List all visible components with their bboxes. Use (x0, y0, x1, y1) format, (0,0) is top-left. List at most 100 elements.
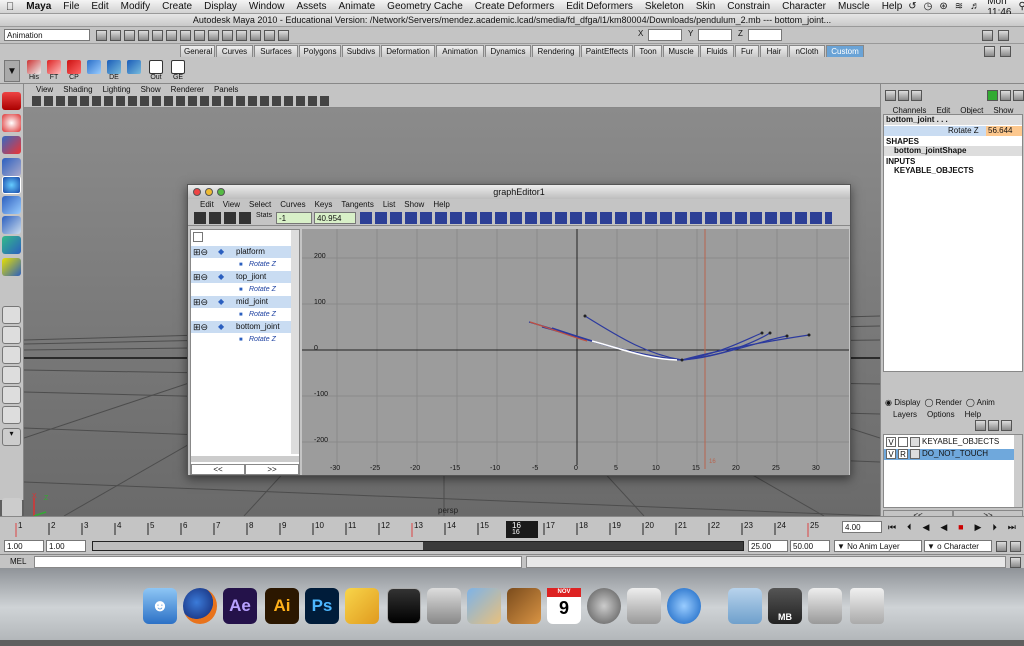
ge-menu-help[interactable]: Help (433, 199, 449, 210)
outliner-attr-row[interactable]: ■ Rotate Z (191, 259, 299, 271)
sync-icon[interactable]: ↺ (908, 1, 916, 12)
current-time-field[interactable]: 4.00 (842, 521, 882, 533)
cb-close-icon[interactable] (1013, 90, 1024, 101)
tab-custom[interactable]: Custom (826, 45, 864, 57)
range-slider-handle[interactable] (93, 542, 423, 550)
outliner-item-platform[interactable]: ⊞⊖ ◆ platform (191, 246, 299, 258)
radio-render[interactable]: ◯ Render (924, 398, 961, 407)
shelf-menu-icon[interactable] (1000, 46, 1011, 57)
garageband-icon[interactable] (507, 588, 541, 624)
folder-icon[interactable] (728, 588, 762, 624)
show-manipulator-icon[interactable] (2, 258, 21, 276)
illustrator-icon[interactable]: Ai (265, 588, 299, 624)
menu-character[interactable]: Character (776, 1, 832, 12)
vp-menu-show[interactable]: Show (141, 84, 161, 95)
shelf-button-ge[interactable]: GE (168, 60, 188, 82)
tab-painteffects[interactable]: PaintEffects (581, 45, 633, 57)
menu-file[interactable]: File (57, 1, 85, 12)
tab-hair[interactable]: Hair (760, 45, 788, 57)
tab-rendering[interactable]: Rendering (532, 45, 580, 57)
soft-mod-icon[interactable] (2, 236, 21, 254)
cb-shape-name[interactable]: bottom_jointShape (884, 146, 1022, 156)
layer-visibility[interactable]: V (886, 449, 896, 459)
viewport-toolbar-icons[interactable] (32, 96, 332, 106)
firefox-icon[interactable] (183, 588, 217, 624)
shelf-menu-button[interactable]: ▼ (4, 60, 20, 82)
tab-fur[interactable]: Fur (735, 45, 759, 57)
script-editor-icon[interactable] (1010, 557, 1021, 568)
menu-constrain[interactable]: Constrain (721, 1, 776, 12)
paint-select-icon[interactable] (2, 136, 21, 154)
range-end-field[interactable]: 25.00 (748, 540, 788, 552)
shelf-button-out[interactable]: Out (146, 60, 166, 82)
prev-key-icon[interactable]: ◀ (922, 522, 929, 533)
move-tool-icon[interactable] (2, 158, 21, 176)
tab-animation[interactable]: Animation (436, 45, 484, 57)
tab-dynamics[interactable]: Dynamics (485, 45, 531, 57)
tab-ncloth[interactable]: nCloth (789, 45, 825, 57)
outliner-attr-row[interactable]: ■ Rotate Z (191, 309, 299, 321)
channel-box-icon[interactable] (998, 30, 1009, 41)
select-component-icon[interactable] (166, 30, 177, 41)
maya-file-icon[interactable]: MB (768, 588, 802, 624)
minimize-window-icon[interactable] (205, 188, 213, 196)
shelf-button-de[interactable]: DE (104, 60, 124, 82)
end-time-field[interactable]: 50.00 (790, 540, 830, 552)
shelf-button-6[interactable] (124, 60, 144, 82)
trash-icon[interactable] (850, 588, 884, 624)
attribute-editor-icon[interactable] (982, 30, 993, 41)
scale-tool-icon[interactable] (2, 196, 21, 214)
outliner-item-bottom-joint[interactable]: ⊞⊖ ◆ bottom_joint (191, 321, 299, 333)
select-hierarchy-icon[interactable] (138, 30, 149, 41)
iphoto-icon[interactable] (467, 588, 501, 624)
app-menu[interactable]: Maya (20, 1, 57, 12)
mel-label[interactable]: MEL (10, 557, 26, 566)
layer-row[interactable]: V KEYABLE_OBJECTS (884, 437, 1014, 448)
persp-outliner-layout-icon[interactable] (2, 366, 21, 384)
menu-geometry-cache[interactable]: Geometry Cache (381, 1, 469, 12)
expand-icon[interactable]: ⊞⊖ (193, 246, 208, 258)
layer-menu-help[interactable]: Help (965, 410, 981, 419)
snap-point-icon[interactable] (222, 30, 233, 41)
system-preferences-icon[interactable] (587, 588, 621, 624)
outliner-filter-icon[interactable] (193, 232, 203, 242)
preferences-icon[interactable] (1010, 541, 1021, 552)
step-back-icon[interactable]: ⏴ (907, 522, 912, 533)
finder-icon[interactable]: ☻ (143, 588, 177, 624)
layout-dropdown-icon[interactable]: ▾ (2, 428, 21, 446)
outliner-nav-left[interactable]: << (191, 464, 245, 475)
mask-icon[interactable] (180, 30, 191, 41)
save-scene-icon[interactable] (124, 30, 135, 41)
vp-menu-shading[interactable]: Shading (63, 84, 92, 95)
volume-icon[interactable]: ♬ (970, 1, 980, 12)
outliner-hscrollbar[interactable] (191, 456, 299, 462)
after-effects-icon[interactable]: Ae (223, 588, 257, 624)
menu-window[interactable]: Window (243, 1, 291, 12)
layer-type[interactable] (898, 437, 908, 447)
new-scene-icon[interactable] (96, 30, 107, 41)
outliner-nav-right[interactable]: >> (245, 464, 299, 475)
zoom-window-icon[interactable] (217, 188, 225, 196)
ge-tangent-tool-icons[interactable] (360, 212, 832, 224)
ge-menu-select[interactable]: Select (249, 199, 271, 210)
ge-menu-curves[interactable]: Curves (280, 199, 305, 210)
clock-status-icon[interactable]: ◷ (924, 1, 933, 12)
new-layer-selected-icon[interactable] (988, 420, 999, 431)
z-field[interactable] (748, 29, 782, 41)
render-settings-icon[interactable] (278, 30, 289, 41)
outliner-scrollbar[interactable] (291, 230, 299, 454)
shelf-button-ft[interactable]: FT (44, 60, 64, 82)
expand-icon[interactable]: ⊞⊖ (193, 296, 208, 308)
persp-graph-layout-icon[interactable] (2, 386, 21, 404)
hypershade-layout-icon[interactable] (2, 406, 21, 424)
vp-menu-panels[interactable]: Panels (214, 84, 238, 95)
tab-toon[interactable]: Toon (634, 45, 662, 57)
ge-menu-list[interactable]: List (383, 199, 395, 210)
ge-menu-tangents[interactable]: Tangents (341, 199, 373, 210)
layer-name[interactable]: KEYABLE_OBJECTS (922, 437, 999, 446)
outliner-item-mid-joint[interactable]: ⊞⊖ ◆ mid_joint (191, 296, 299, 308)
outliner-attr-row[interactable]: ■ Rotate Z (191, 284, 299, 296)
character-set-dropdown[interactable]: ▼ o Character Set (924, 540, 992, 562)
ge-menu-view[interactable]: View (223, 199, 240, 210)
cb-channel-icon[interactable] (885, 90, 896, 101)
